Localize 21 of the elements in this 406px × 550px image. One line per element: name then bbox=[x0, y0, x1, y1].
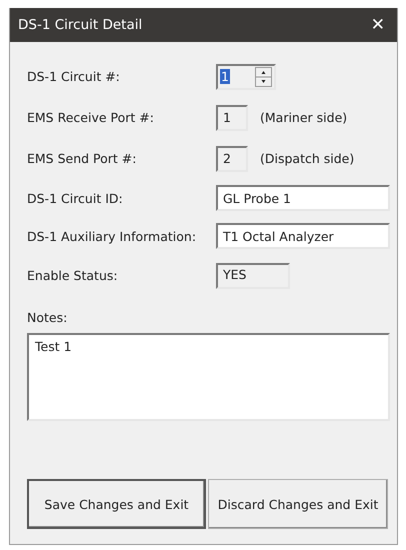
field-label: DS-1 Auxiliary Information: bbox=[27, 228, 198, 244]
field-label: Enable Status: bbox=[27, 268, 119, 283]
field-label: DS-1 Circuit ID: bbox=[27, 190, 124, 206]
save-button[interactable]: Save Changes and Exit bbox=[27, 479, 206, 529]
field-label: EMS Receive Port #: bbox=[27, 110, 155, 125]
port-note: (Mariner side) bbox=[260, 110, 348, 125]
close-button[interactable]: ✕ bbox=[366, 15, 389, 35]
port-field: 1 bbox=[216, 104, 248, 130]
port-note: (Dispatch side) bbox=[260, 151, 354, 166]
status-field: YES bbox=[216, 262, 290, 288]
input-field[interactable]: GL Probe 1 bbox=[216, 185, 390, 211]
notes-field[interactable]: Test 1 bbox=[27, 333, 390, 421]
spin-field[interactable]: 1 bbox=[216, 64, 276, 90]
field-label: EMS Send Port #: bbox=[27, 151, 138, 166]
notes-label: Notes: bbox=[27, 310, 68, 325]
field-label: DS-1 Circuit #: bbox=[27, 69, 121, 84]
window-title: DS-1 Circuit Detail bbox=[18, 17, 142, 33]
port-field: 2 bbox=[216, 146, 248, 172]
discard-button[interactable]: Discard Changes and Exit bbox=[208, 479, 388, 529]
input-field[interactable]: T1 Octal Analyzer bbox=[216, 223, 390, 249]
spin-arrows-icon[interactable] bbox=[255, 66, 272, 86]
